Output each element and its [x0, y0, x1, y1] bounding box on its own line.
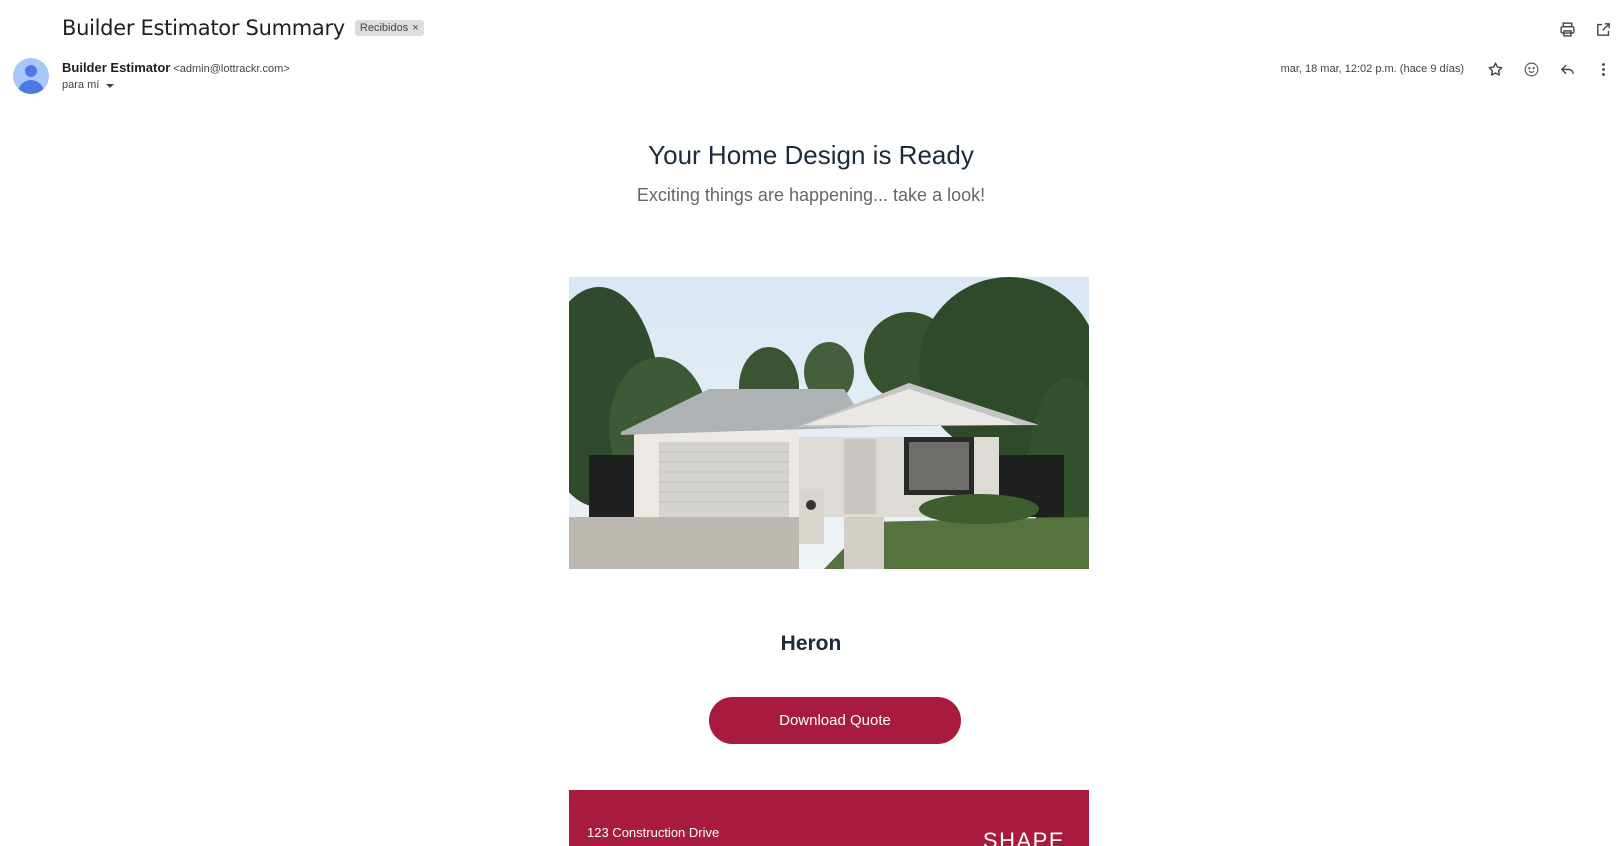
print-icon[interactable]: [1556, 18, 1578, 40]
star-icon[interactable]: [1484, 58, 1506, 80]
inbox-label-chip[interactable]: Recibidos ×: [354, 20, 424, 36]
download-quote-button[interactable]: Download Quote: [709, 697, 961, 744]
message-date: mar, 18 mar, 12:02 p.m. (hace 9 días): [1280, 63, 1464, 75]
emoji-reaction-icon[interactable]: [1520, 58, 1542, 80]
sender-name: Builder Estimator <admin@lottrackr.com>: [62, 60, 290, 75]
footer-address: 123 Construction Drive: [587, 825, 720, 840]
more-vertical-icon[interactable]: [1592, 58, 1614, 80]
footer-banner: 123 Construction Drive SHAPE: [569, 790, 1089, 846]
email-subject: Builder Estimator Summary: [62, 16, 345, 40]
to-line-text: para mí: [62, 79, 100, 91]
brand-logo: SHAPE: [982, 828, 1065, 846]
reply-icon[interactable]: [1556, 58, 1578, 80]
sender-email: <admin@lottrackr.com>: [173, 63, 290, 75]
chevron-down-icon[interactable]: [106, 84, 115, 88]
sender-row: Builder Estimator <admin@lottrackr.com> p…: [13, 58, 1614, 98]
top-actions: [1556, 18, 1614, 40]
subject-row: Builder Estimator Summary Recibidos ×: [62, 16, 424, 40]
email-view: Builder Estimator Summary Recibidos × Bu…: [0, 0, 1622, 846]
home-design-name: Heron: [780, 632, 842, 655]
message-actions: mar, 18 mar, 12:02 p.m. (hace 9 días): [1281, 58, 1614, 80]
house-render-image: [569, 277, 1089, 569]
remove-label-icon[interactable]: ×: [412, 22, 418, 34]
sender-name-text: Builder Estimator: [62, 60, 171, 75]
recipient-details-toggle[interactable]: para mí: [62, 79, 115, 91]
sender-avatar[interactable]: [13, 58, 49, 94]
email-subheadline: Exciting things are happening... take a …: [636, 185, 986, 205]
label-text: Recibidos: [359, 22, 409, 34]
open-in-new-window-icon[interactable]: [1592, 18, 1614, 40]
email-headline: Your Home Design is Ready: [648, 140, 974, 170]
email-body: Your Home Design is Ready Exciting thing…: [0, 130, 1622, 206]
